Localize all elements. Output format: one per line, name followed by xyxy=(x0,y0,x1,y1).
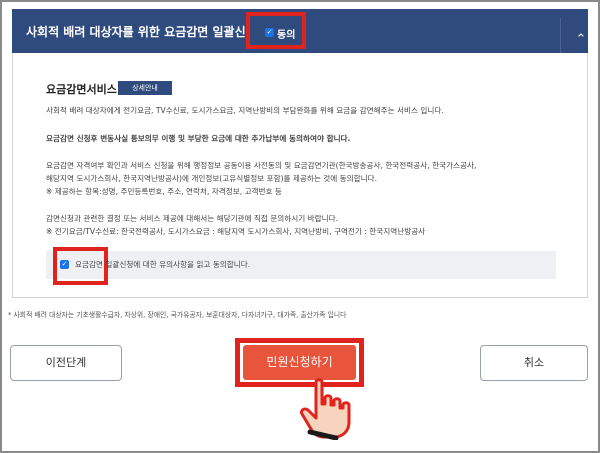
agree-label: 동의 xyxy=(277,30,296,41)
detail-info-button[interactable]: 상세안내 xyxy=(118,81,172,95)
prev-step-button[interactable]: 이전단계 xyxy=(10,345,122,381)
notice-obligation: 요금감면 신청후 변동사실 통보의무 이행 및 부당한 요금에 대한 추가납부에… xyxy=(46,134,351,143)
provided-items-note: ※ 제공하는 항목:성명, 주민등록번호, 주소, 연락처, 자격정보, 고객번… xyxy=(46,187,282,196)
consent-text-2: 해당지역 도시가스회사, 한국지역난방공사)에 개인정보(고유식별정보 포함)를… xyxy=(46,174,378,183)
footnote: * 사회적 배려 대상자는 기초생활수급자, 차상위, 장애인, 국가유공자, … xyxy=(8,311,347,319)
agree-highlight: ✓ 동의 xyxy=(246,12,306,49)
chevron-up-icon: ⌃ xyxy=(575,32,587,47)
agency-note: ※ 전기요금/TV수신료: 한국전력공사, 도시가스요금 : 해당지역 도시가스… xyxy=(46,227,426,236)
submit-button[interactable]: 민원신청하기 xyxy=(243,345,356,380)
service-description: 사회적 배려 대상자에게 전기요금, TV수신료, 도시가스요금, 지역난방비의… xyxy=(46,106,444,115)
inquiry-note: 감면신청과 관련한 결정 또는 서비스 제공에 대해서는 해당기관에 직접 문의… xyxy=(46,214,339,223)
consent-label: 요금감면 일괄신청에 대한 유의사항을 읽고 동의합니다. xyxy=(75,260,251,269)
pointer-hand-icon xyxy=(300,378,351,440)
agree-checkbox[interactable]: ✓ xyxy=(265,28,274,37)
consent-text-1: 요금감면 자격여부 확인과 서비스 신청을 위해 행정정보 공동이용 사전동의 … xyxy=(46,161,477,170)
section-title: 사회적 배려 대상자를 위한 요금감면 일괄신청 xyxy=(26,25,257,39)
cancel-button[interactable]: 취소 xyxy=(480,345,588,381)
service-title: 요금감면서비스 xyxy=(46,83,117,96)
consent-checkbox[interactable]: ✓ xyxy=(60,260,69,269)
